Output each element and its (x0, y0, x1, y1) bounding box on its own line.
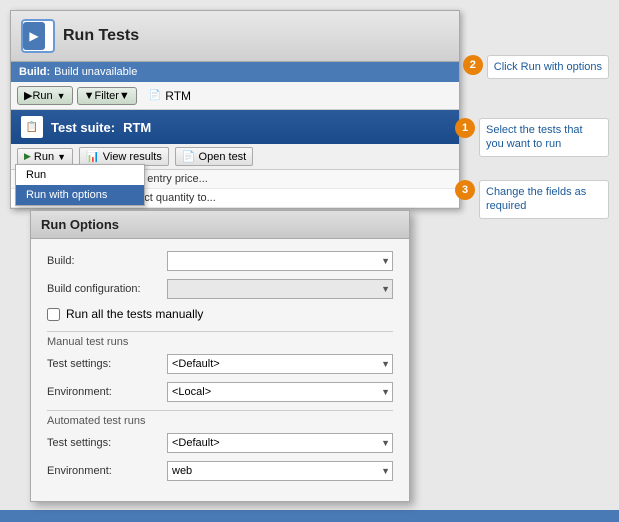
auto-environment-label: Environment: (47, 465, 167, 477)
manual-environment-row: Environment: ▼ (47, 382, 393, 402)
inner-run-button[interactable]: ▶ Run ▼ (17, 148, 73, 166)
auto-environment-field[interactable] (167, 461, 393, 481)
build-label: Build: (19, 66, 50, 78)
dialog-title: Run Options (31, 211, 409, 239)
play-icon: ▶ (24, 151, 31, 162)
build-field-label: Build: (47, 255, 167, 267)
manual-environment-wrapper: ▼ (167, 382, 393, 402)
auto-test-settings-row: Test settings: ▼ (47, 433, 393, 453)
build-config-row: Build configuration: ▼ (47, 279, 393, 299)
view-results-icon: 📊 (86, 150, 100, 163)
auto-test-settings-field[interactable] (167, 433, 393, 453)
build-row: Build: ▼ (47, 251, 393, 271)
suite-icon: 📋 (21, 116, 43, 138)
run-icon (23, 22, 45, 50)
run-options-dialog: Run Options Build: ▼ Build configuration… (30, 210, 410, 502)
run-button[interactable]: ▶ Run ▼ (17, 86, 73, 105)
rtm-icon: 📄 (149, 90, 161, 101)
run-button-label: Run (32, 90, 52, 102)
build-field[interactable] (167, 251, 393, 271)
title-bar: Run Tests (11, 11, 459, 62)
manual-test-settings-row: Test settings: ▼ (47, 354, 393, 374)
open-test-label: Open test (199, 151, 247, 163)
manual-section-label: Manual test runs (47, 331, 393, 348)
callout-3-text: Change the fields as required (479, 180, 609, 219)
auto-test-settings-wrapper: ▼ (167, 433, 393, 453)
dialog-body: Build: ▼ Build configuration: ▼ Run all … (31, 239, 409, 501)
window-icon (21, 19, 55, 53)
manual-environment-field[interactable] (167, 382, 393, 402)
filter-dropdown-arrow: ▼ (119, 90, 130, 102)
auto-environment-row: Environment: ▼ (47, 461, 393, 481)
blue-bottom-bar (0, 510, 619, 522)
run-icon-label: ▶ (24, 89, 32, 102)
inner-run-arrow: ▼ (57, 152, 66, 162)
suite-name: RTM (123, 120, 151, 135)
build-bar: Build: Build unavailable (11, 62, 459, 82)
build-field-wrapper: ▼ (167, 251, 393, 271)
callout-3-number: 3 (455, 180, 475, 200)
open-test-icon: 📄 (182, 150, 196, 163)
build-config-wrapper: ▼ (167, 279, 393, 299)
suite-label: Test suite: (51, 120, 115, 135)
callout-1-number: 1 (455, 118, 475, 138)
filter-icon: ▼ (84, 90, 95, 102)
build-value: Build unavailable (54, 66, 137, 78)
build-config-label: Build configuration: (47, 283, 167, 295)
filter-button[interactable]: ▼ Filter ▼ (77, 87, 137, 105)
manual-test-settings-field[interactable] (167, 354, 393, 374)
view-results-label: View results (103, 151, 162, 163)
auto-environment-wrapper: ▼ (167, 461, 393, 481)
auto-section-label: Automated test runs (47, 410, 393, 427)
run-dropdown-arrow: ▼ (57, 91, 66, 101)
manual-environment-label: Environment: (47, 386, 167, 398)
auto-test-settings-label: Test settings: (47, 437, 167, 449)
main-window: Run Tests Build: Build unavailable ▶ Run… (10, 10, 460, 209)
callout-2: 2 Click Run with options (463, 55, 609, 79)
window-title: Run Tests (63, 27, 139, 45)
sidebar-item-label: RTM (165, 89, 191, 103)
callout-2-text: Click Run with options (487, 55, 609, 79)
run-all-label: Run all the tests manually (66, 307, 203, 321)
inner-run-label: Run (34, 151, 54, 163)
checkbox-row: Run all the tests manually (47, 307, 393, 321)
manual-test-settings-label: Test settings: (47, 358, 167, 370)
main-toolbar: ▶ Run ▼ ▼ Filter ▼ 📄 RTM (11, 82, 459, 110)
callout-3: 3 Change the fields as required (455, 180, 609, 219)
run-dropdown-menu: Run Run with options (15, 164, 145, 206)
build-config-field[interactable] (167, 279, 393, 299)
callout-1: 1 Select the tests that you want to run (455, 118, 609, 157)
open-test-button[interactable]: 📄 Open test (175, 147, 253, 166)
callout-2-number: 2 (463, 55, 483, 75)
run-menu-item[interactable]: Run (16, 165, 144, 185)
run-all-checkbox[interactable] (47, 308, 60, 321)
run-with-options-menu-item[interactable]: Run with options (16, 185, 144, 205)
test-suite-header: 📋 Test suite: RTM (11, 110, 459, 144)
callout-1-text: Select the tests that you want to run (479, 118, 609, 157)
filter-label: Filter (94, 90, 118, 102)
manual-test-settings-wrapper: ▼ (167, 354, 393, 374)
sidebar-item-rtm[interactable]: 📄 RTM (149, 89, 191, 103)
